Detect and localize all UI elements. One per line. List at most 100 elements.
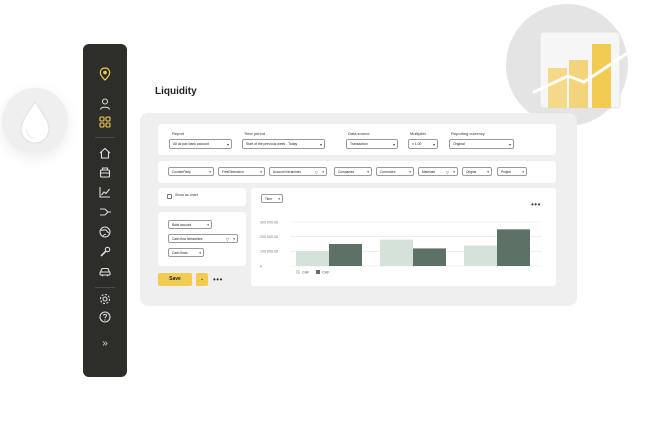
chip-label: Project xyxy=(501,170,511,174)
filter-icon: ▽ xyxy=(225,237,229,242)
chevron-down-icon: ▾ xyxy=(322,170,324,174)
bar-chart: 300 000.00 200 000.00 100 000.00 0 CHF CHF xyxy=(260,220,542,275)
chevron-down-icon: ▾ xyxy=(233,237,235,241)
chip-companies[interactable]: Companies ▾ xyxy=(334,167,372,176)
multiplier-select[interactable]: x 1.00 ▾ xyxy=(408,139,438,149)
sidebar-divider xyxy=(95,137,115,138)
car-icon[interactable] xyxy=(98,264,112,278)
sidebar-divider xyxy=(95,287,115,288)
chip-account-hierarchies[interactable]: Account hierarchies ▽ ▾ xyxy=(269,167,327,176)
chevron-down-icon: ▾ xyxy=(260,170,262,174)
chevron-down-icon: ▾ xyxy=(367,170,369,174)
chip-label: Currencies xyxy=(380,170,396,174)
row-select-cash-flows[interactable]: Cash flows ▾ xyxy=(168,248,204,257)
save-button[interactable]: Save xyxy=(158,273,192,286)
reporting-currency-value: Original xyxy=(453,142,465,146)
save-dropdown-button[interactable]: ⌄ xyxy=(196,273,208,286)
row-selectors-card: Bank account ▾ Cash flow hierarchies ▽ ▾ Ca… xyxy=(158,212,246,266)
grid-icon[interactable] xyxy=(98,115,112,129)
show-as-chart-checkbox[interactable] xyxy=(167,194,172,199)
chevron-down-icon: ▾ xyxy=(392,142,395,147)
show-as-chart-label: Show as chart xyxy=(175,193,198,197)
chip-label: FreeDimension xyxy=(222,170,244,174)
row-select-label: Bank account xyxy=(172,223,192,227)
y-tick-label: 200 000.00 xyxy=(260,235,278,239)
bar[interactable] xyxy=(329,244,362,266)
y-tick-label: 300 000.00 xyxy=(260,220,278,224)
bar[interactable] xyxy=(380,239,413,266)
data-source-value: Transaction xyxy=(350,142,368,146)
chip-label: Origins xyxy=(466,170,477,174)
location-pin-icon[interactable] xyxy=(98,67,112,81)
decor-bar xyxy=(548,68,567,108)
bank-icon[interactable] xyxy=(98,165,112,179)
time-period-label: Time period xyxy=(244,131,265,136)
settings-icon[interactable] xyxy=(98,292,112,306)
chip-materials[interactable]: Materials ▽ ▾ xyxy=(418,167,458,176)
chip-origins[interactable]: Origins ▾ xyxy=(462,167,492,176)
chevron-down-icon: ▾ xyxy=(319,142,322,147)
time-period-select[interactable]: Start of the previous week - Today ▾ xyxy=(242,139,325,149)
wrench-icon[interactable] xyxy=(98,245,112,259)
bar[interactable] xyxy=(413,248,446,266)
user-icon[interactable] xyxy=(98,97,112,111)
chip-freedimension[interactable]: FreeDimension ▾ xyxy=(218,167,265,176)
row-select-bank-account[interactable]: Bank account ▾ xyxy=(168,220,212,229)
reporting-currency-select[interactable]: Original ▾ xyxy=(449,139,514,149)
row-select-cash-flow-hierarchies[interactable]: Cash flow hierarchies ▽ ▾ xyxy=(168,234,238,243)
dimensions-card: CounterParty ▾ FreeDimension ▾ Account hie… xyxy=(158,161,556,183)
more-options-button[interactable]: ••• xyxy=(213,276,223,284)
row-select-label: Cash flows xyxy=(172,251,188,255)
row-select-label: Cash flow hierarchies xyxy=(172,237,203,241)
line-chart-icon[interactable] xyxy=(98,185,112,199)
chevron-down-icon: ▾ xyxy=(199,251,201,255)
flow-icon[interactable] xyxy=(98,205,112,219)
multiplier-value: x 1.00 xyxy=(412,142,422,146)
sidebar-expand-button[interactable]: » xyxy=(83,338,127,349)
legend-label: CHF xyxy=(322,271,330,275)
help-icon[interactable] xyxy=(98,310,112,324)
data-source-label: Data source xyxy=(348,131,370,136)
chevron-down-icon: ▾ xyxy=(226,142,229,147)
chip-counterparty[interactable]: CounterParty ▾ xyxy=(168,167,214,176)
chevron-down-icon: ▾ xyxy=(508,142,511,147)
filters-card: Report All uk pax bank account ▾ Time per… xyxy=(158,124,556,155)
decorative-bubble-left xyxy=(2,88,68,154)
chevron-down-icon: ▾ xyxy=(487,170,489,174)
chip-project[interactable]: Project ▾ xyxy=(497,167,527,176)
chevron-down-icon: ▾ xyxy=(209,170,211,174)
reporting-currency-label: Reporting currency xyxy=(451,131,485,136)
home-icon[interactable] xyxy=(98,146,112,160)
chip-currencies[interactable]: Currencies ▾ xyxy=(376,167,414,176)
legend-label: CHF xyxy=(302,271,310,275)
legend-swatch xyxy=(316,270,320,274)
report-select[interactable]: All uk pax bank account ▾ xyxy=(169,139,232,149)
y-tick-label: 100 000.00 xyxy=(260,250,278,254)
filter-icon: ▽ xyxy=(445,170,449,175)
chevron-down-icon: ▾ xyxy=(207,223,209,227)
bar[interactable] xyxy=(497,229,530,266)
report-value: All uk pax bank account xyxy=(173,142,209,146)
bar[interactable] xyxy=(296,251,329,266)
time-period-value: Start of the previous week - Today xyxy=(246,142,298,146)
decor-bar xyxy=(569,60,588,108)
stage: » Liquidity Report All uk pax bank accou… xyxy=(0,0,656,425)
bar[interactable] xyxy=(464,245,497,266)
drop-icon xyxy=(20,101,50,144)
chip-label: CounterParty xyxy=(172,170,191,174)
chevron-down-icon: ▾ xyxy=(453,170,455,174)
globe-icon[interactable] xyxy=(98,225,112,239)
data-source-select[interactable]: Transaction ▾ xyxy=(346,139,398,149)
filter-icon: ▽ xyxy=(314,170,318,175)
chevron-down-icon: ▾ xyxy=(432,142,435,147)
report-label: Report xyxy=(172,131,185,136)
chevron-down-icon: ▾ xyxy=(522,170,524,174)
sidebar: » xyxy=(83,44,127,377)
legend-swatch xyxy=(296,270,300,274)
chip-label: Companies xyxy=(338,170,355,174)
chip-label: Account hierarchies xyxy=(273,170,301,174)
chip-label: Materials xyxy=(422,170,435,174)
show-as-chart-card: Show as chart xyxy=(158,188,246,206)
y-tick-label: 0 xyxy=(260,264,262,268)
page-title: Liquidity xyxy=(155,86,197,97)
